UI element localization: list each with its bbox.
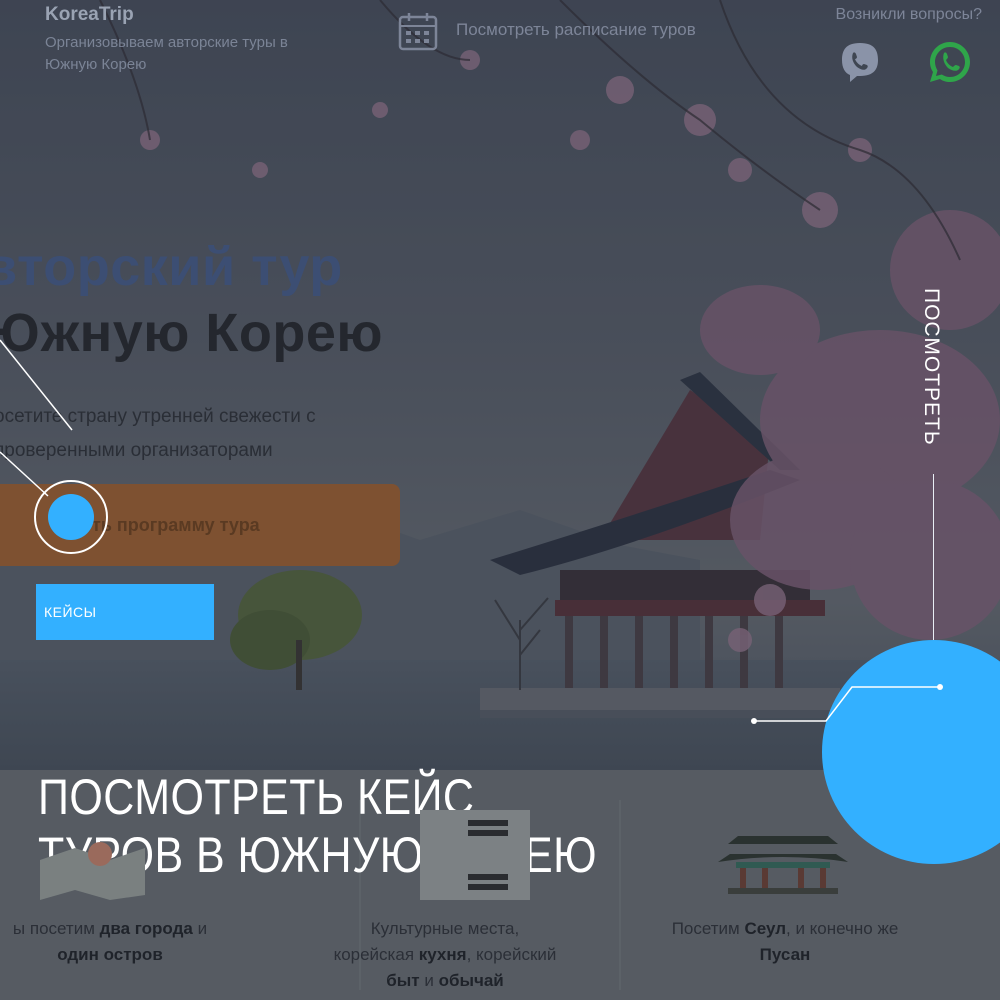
feature-text: Посетим — [671, 919, 745, 938]
feature-seoul-busan: Посетим Сеул, и конечно же Пусан — [640, 916, 930, 968]
highlight-dot — [48, 494, 94, 540]
feature-text: и — [419, 971, 439, 990]
feature-text: , и конечно же — [786, 919, 899, 938]
feature-bold: кухня — [418, 945, 467, 964]
feature-bold: Пусан — [759, 945, 811, 964]
feature-bold: два города — [99, 919, 193, 938]
palace-icon — [718, 836, 848, 894]
feature-culture: Культурные места, корейская кухня, корей… — [300, 916, 590, 994]
feature-bold: один остров — [57, 945, 163, 964]
feature-cities: ы посетим два города и один остров — [0, 916, 230, 968]
feature-text: , корейский — [466, 945, 557, 964]
feature-bold: быт — [386, 971, 420, 990]
feature-bold: обычай — [438, 971, 504, 990]
feature-text: и — [192, 919, 208, 938]
map-icon — [40, 842, 145, 900]
feature-text: Культурные места, — [370, 919, 520, 938]
feature-bold: Сеул — [744, 919, 787, 938]
feature-text: ы посетим — [12, 919, 100, 938]
korea-flag-icon — [420, 810, 530, 900]
feature-text: корейская — [333, 945, 419, 964]
